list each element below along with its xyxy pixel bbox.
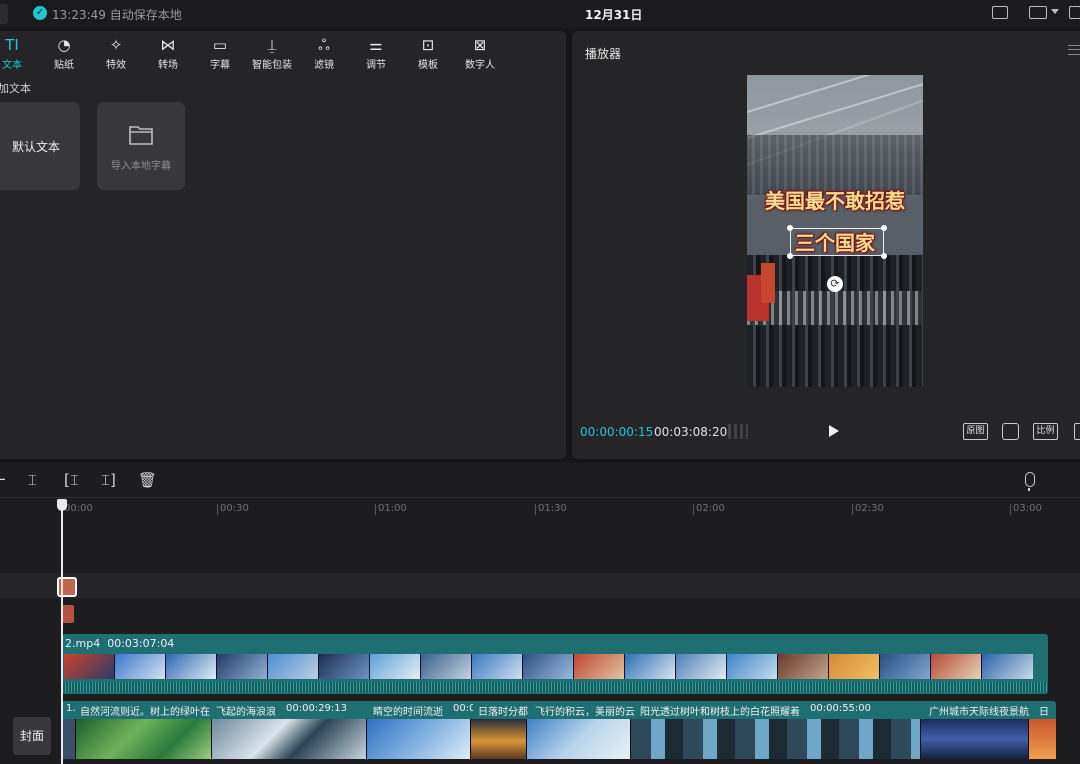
- template-icon: ⊡: [421, 36, 435, 54]
- select-tool-icon[interactable]: ⌐: [0, 471, 7, 489]
- player-panel: 播放器 美国最不敢招惹 三个国家 ⟳ 00:00:00:15 00:03:08:…: [572, 31, 1080, 459]
- tab-filter[interactable]: ஃ 滤镜: [298, 35, 350, 71]
- text-track: [0, 573, 1080, 598]
- rotate-icon[interactable]: ⟳: [827, 276, 843, 292]
- time-ruler[interactable]: 00:00 00:30 01:00 01:30 02:00 02:30 03:0…: [0, 497, 1080, 519]
- trim-right-icon[interactable]: ⌶]: [101, 471, 116, 489]
- clip-label: 00:00:55:00: [810, 703, 872, 714]
- tab-text[interactable]: TI 文本: [0, 35, 38, 71]
- effects-icon: ✧: [109, 36, 123, 54]
- shortcut-keyboard-icon[interactable]: [992, 6, 1008, 19]
- clip-label: 日: [1039, 707, 1049, 718]
- window-icon[interactable]: [1069, 6, 1080, 19]
- sticker-icon: ◔: [57, 36, 71, 54]
- ruler-label: 02:30: [855, 503, 884, 514]
- clip-label: 广州城市天际线夜景航: [929, 707, 1029, 718]
- clip-label: 自然河流则近。树上的绿叶在: [80, 707, 210, 718]
- clip-label: 1.: [66, 703, 76, 714]
- clip-filename: 2.mp4: [65, 637, 101, 650]
- folder-icon: [129, 126, 153, 145]
- digital-human-icon: ⊠: [473, 36, 487, 54]
- broll-thumbnails: [62, 719, 1056, 759]
- tab-subtitle[interactable]: ▭ 字幕: [194, 35, 246, 71]
- resize-handle[interactable]: [787, 253, 793, 259]
- text-selection-box[interactable]: [787, 225, 887, 259]
- timecode-format-icon[interactable]: [728, 424, 748, 439]
- resize-handle[interactable]: [881, 225, 887, 231]
- tab-digital-human[interactable]: ⊠ 数字人: [454, 35, 506, 71]
- check-icon: ✓: [33, 6, 47, 20]
- ruler-label: 01:00: [378, 503, 407, 514]
- tab-effects[interactable]: ✧ 特效: [90, 35, 142, 71]
- tab-sticker[interactable]: ◔ 贴纸: [38, 35, 90, 71]
- clip-label: 00:0: [453, 703, 473, 714]
- clip-label: 00:00:29:13: [286, 703, 348, 714]
- ruler-label: 00:30: [220, 503, 249, 514]
- default-text-card[interactable]: 默认文本: [0, 102, 80, 190]
- playhead[interactable]: [61, 499, 63, 764]
- ruler-label: 03:00: [1013, 503, 1042, 514]
- split-icon[interactable]: ⌶: [28, 471, 37, 489]
- video-preview[interactable]: 美国最不敢招惹 三个国家 ⟳: [747, 75, 923, 387]
- clip-duration: 00:03:07:04: [107, 637, 175, 650]
- tab-adjust[interactable]: ⚌ 调节: [350, 35, 402, 71]
- play-button[interactable]: [829, 425, 839, 437]
- menu-icon[interactable]: [1068, 45, 1080, 55]
- clip-label: 飞起的海浪浪: [216, 707, 276, 718]
- title-bar: ✓ 13:23:49 自动保存本地 12月31日: [0, 0, 1080, 28]
- ruler-label: 00:00: [64, 503, 93, 514]
- project-title[interactable]: 12月31日: [585, 6, 642, 23]
- text-clip[interactable]: [57, 577, 77, 597]
- subtitle-icon: ▭: [212, 36, 228, 54]
- cover-button[interactable]: 封面: [13, 717, 51, 755]
- save-status: 13:23:49 自动保存本地: [52, 8, 182, 22]
- layout-icon[interactable]: [1029, 6, 1047, 19]
- main-video-clip[interactable]: 2.mp4 00:03:07:04: [62, 634, 1048, 694]
- import-subtitle-card[interactable]: 导入本地字幕: [97, 102, 185, 190]
- transition-icon: ⋈: [160, 36, 176, 54]
- resize-handle[interactable]: [881, 253, 887, 259]
- media-panel: TI 文本 ◔ 贴纸 ✧ 特效 ⋈ 转场 ▭ 字幕 ⍊ 智能包装 ஃ 滤镜 ⚌ …: [0, 31, 566, 459]
- clip-label: 阳光透过树叶和树枝上的白花照耀着: [640, 707, 800, 718]
- tab-transition[interactable]: ⋈ 转场: [142, 35, 194, 71]
- original-button[interactable]: 原图: [963, 423, 988, 440]
- smart-package-icon: ⍊: [267, 36, 277, 54]
- adjust-icon: ⚌: [369, 36, 383, 54]
- ruler-label: 01:30: [538, 503, 567, 514]
- tab-smart-package[interactable]: ⍊ 智能包装: [246, 35, 298, 71]
- chevron-down-icon[interactable]: [1051, 9, 1059, 14]
- screenshot-icon[interactable]: [1002, 423, 1019, 440]
- player-title: 播放器: [585, 47, 622, 61]
- ratio-button[interactable]: 比例: [1033, 423, 1058, 440]
- total-timecode: 00:03:08:20: [654, 425, 728, 439]
- clip-thumbnails: [64, 654, 1033, 679]
- ruler-label: 02:00: [696, 503, 725, 514]
- trim-left-icon[interactable]: [⌶: [64, 471, 79, 489]
- tab-template[interactable]: ⊡ 模板: [402, 35, 454, 71]
- clip-label: 日落时分都: [478, 707, 528, 718]
- microphone-icon[interactable]: [1025, 472, 1035, 491]
- text-icon: TI: [5, 36, 19, 54]
- current-timecode: 00:00:00:15: [580, 425, 654, 439]
- fullscreen-icon[interactable]: [1074, 423, 1080, 440]
- section-heading: 添加文本: [0, 82, 31, 95]
- clip-label: 飞行的积云，美丽的云: [535, 707, 635, 718]
- timeline-panel: ⌐ ⌶ [⌶ ⌶] 🗑︎ 00:00 00:30 01:00 01:30 02:…: [0, 463, 1080, 764]
- clip-label: 睛空的时间流逝: [373, 707, 443, 718]
- overlay-text-line1[interactable]: 美国最不敢招惹: [747, 185, 923, 214]
- menu-button[interactable]: [0, 4, 8, 24]
- resize-handle[interactable]: [787, 225, 793, 231]
- filter-icon: ஃ: [318, 36, 330, 54]
- delete-icon[interactable]: 🗑︎: [138, 471, 157, 489]
- audio-waveform: [62, 682, 1048, 692]
